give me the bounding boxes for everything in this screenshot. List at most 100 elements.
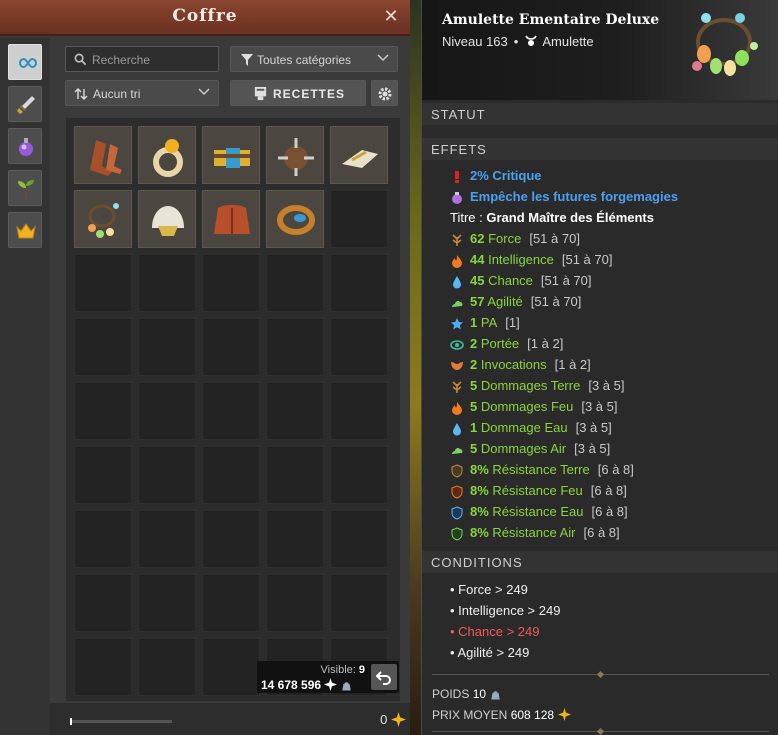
- settings-button[interactable]: [371, 80, 398, 106]
- item-tooltip: Amulette Ementaire Deluxe Niveau 163 • Amu…: [421, 0, 778, 735]
- tab-quest[interactable]: [8, 212, 42, 248]
- air-icon: [452, 300, 463, 307]
- potion-icon: [452, 192, 462, 204]
- kamas-icon: [391, 712, 406, 727]
- water-shield-icon: [451, 506, 463, 520]
- search-input[interactable]: Recherche: [65, 46, 219, 72]
- category-filter-select[interactable]: Toutes catégories: [230, 46, 398, 72]
- inventory-slot-empty[interactable]: [138, 574, 196, 632]
- inventory-slot-empty[interactable]: [266, 510, 324, 568]
- inventory-slot-empty[interactable]: [202, 574, 260, 632]
- kamas-transfer[interactable]: 0: [380, 712, 406, 727]
- divider: [432, 670, 769, 679]
- inventory-slot-empty[interactable]: [266, 318, 324, 376]
- item-header: Amulette Ementaire Deluxe Niveau 163 • Amu…: [422, 0, 778, 100]
- inventory-slot-empty[interactable]: [330, 254, 388, 312]
- weight-icon: [342, 682, 351, 691]
- belt-ring-item-icon: [277, 205, 315, 235]
- gear-icon: [378, 87, 392, 101]
- inventory-slot-empty[interactable]: [266, 382, 324, 440]
- tab-equipment[interactable]: [8, 86, 42, 122]
- inventory-slot-boots-item[interactable]: [74, 126, 132, 184]
- ring-item-icon: [153, 139, 183, 177]
- inventory-slot-weapon-item[interactable]: [330, 126, 388, 184]
- inventory-slot-empty[interactable]: [330, 382, 388, 440]
- filter-icon: [241, 54, 253, 66]
- conditions-header: CONDITIONS: [422, 551, 778, 573]
- inventory-slot-shield-item[interactable]: [266, 126, 324, 184]
- inventory-slot-empty[interactable]: [74, 254, 132, 312]
- inventory-slot-empty[interactable]: [138, 638, 196, 696]
- kamas-total: 14 678 596: [261, 678, 352, 692]
- weapon-item-icon: [342, 150, 378, 168]
- inventory-slot-hat-item[interactable]: [138, 190, 196, 248]
- inventory-slot-empty[interactable]: [202, 318, 260, 376]
- fire-icon: [452, 402, 462, 415]
- inventory-slot-empty[interactable]: [74, 446, 132, 504]
- kamas-icon: [558, 708, 572, 721]
- earth-icon: [452, 381, 462, 393]
- chest-summary: Visible: 9 14 678 596: [257, 661, 399, 693]
- inventory-slot-empty[interactable]: [330, 446, 388, 504]
- effects-header: EFFETS: [422, 138, 778, 160]
- inventory-slot-empty[interactable]: [266, 254, 324, 312]
- divider: [432, 727, 769, 735]
- inventory-slot-belt-item[interactable]: [202, 126, 260, 184]
- inventory-slot-cape-item[interactable]: [202, 190, 260, 248]
- cape-item-icon: [214, 205, 250, 234]
- inventory-slot-empty[interactable]: [138, 254, 196, 312]
- chevron-down-icon: [377, 54, 389, 62]
- inventory-slot-empty[interactable]: [74, 574, 132, 632]
- inventory-slot-empty[interactable]: [74, 382, 132, 440]
- inventory-slot-empty[interactable]: [202, 254, 260, 312]
- chest-footer: 0: [50, 703, 410, 735]
- inventory-slot-empty[interactable]: [74, 510, 132, 568]
- inventory-slot-empty[interactable]: [202, 446, 260, 504]
- water-icon: [453, 423, 461, 436]
- air-shield-icon: [451, 527, 463, 541]
- tab-all[interactable]: [8, 44, 42, 80]
- amulet-item-image: [692, 13, 758, 76]
- inventory-slot-empty[interactable]: [266, 446, 324, 504]
- inventory-slot-empty[interactable]: [330, 574, 388, 632]
- chest-panel: Coffre ✕ Recherche Toutes catégories Auc…: [0, 0, 410, 735]
- fire-shield-icon: [451, 485, 463, 499]
- inventory-slot-empty[interactable]: [74, 638, 132, 696]
- item-grid: [66, 118, 400, 701]
- recipe-icon: [254, 86, 267, 101]
- back-button[interactable]: [371, 664, 397, 690]
- inventory-slot-belt-ring-item[interactable]: [266, 190, 324, 248]
- recipes-button[interactable]: RECETTES: [230, 80, 366, 106]
- search-icon: [74, 53, 87, 66]
- water-icon: [453, 276, 461, 289]
- inventory-slot-empty[interactable]: [202, 382, 260, 440]
- inventory-slot-empty[interactable]: [202, 510, 260, 568]
- resource-icon: [18, 180, 34, 198]
- inventory-slot-empty[interactable]: [138, 446, 196, 504]
- inventory-slot-empty[interactable]: [266, 574, 324, 632]
- inventory-slot-empty[interactable]: [138, 382, 196, 440]
- star-icon: [451, 318, 463, 330]
- crown-icon: [16, 223, 36, 239]
- inventory-slot-empty[interactable]: [330, 190, 388, 248]
- sort-select[interactable]: Aucun tri: [65, 80, 219, 106]
- inventory-slot-amulet-item[interactable]: [74, 190, 132, 248]
- tab-consumables[interactable]: [8, 128, 42, 164]
- amulet-type-icon: [525, 35, 538, 46]
- inventory-slot-empty[interactable]: [202, 638, 260, 696]
- chest-header[interactable]: Coffre ✕: [0, 0, 410, 36]
- item-name: Amulette Ementaire Deluxe: [442, 12, 660, 28]
- inventory-slot-ring-item[interactable]: [138, 126, 196, 184]
- chevron-down-icon: [198, 88, 210, 96]
- condition-row: • Chance > 249: [450, 624, 540, 639]
- inventory-slot-empty[interactable]: [138, 510, 196, 568]
- inventory-slot-empty[interactable]: [138, 318, 196, 376]
- item-weight: POIDS 10: [432, 687, 501, 701]
- inventory-slot-empty[interactable]: [330, 510, 388, 568]
- inventory-slot-empty[interactable]: [74, 318, 132, 376]
- close-icon[interactable]: ✕: [382, 7, 400, 25]
- conditions-list: • Force > 249 • Intelligence > 249 • Chanc…: [422, 573, 778, 735]
- tab-resources[interactable]: [8, 170, 42, 206]
- category-tabs: [0, 38, 50, 735]
- inventory-slot-empty[interactable]: [330, 318, 388, 376]
